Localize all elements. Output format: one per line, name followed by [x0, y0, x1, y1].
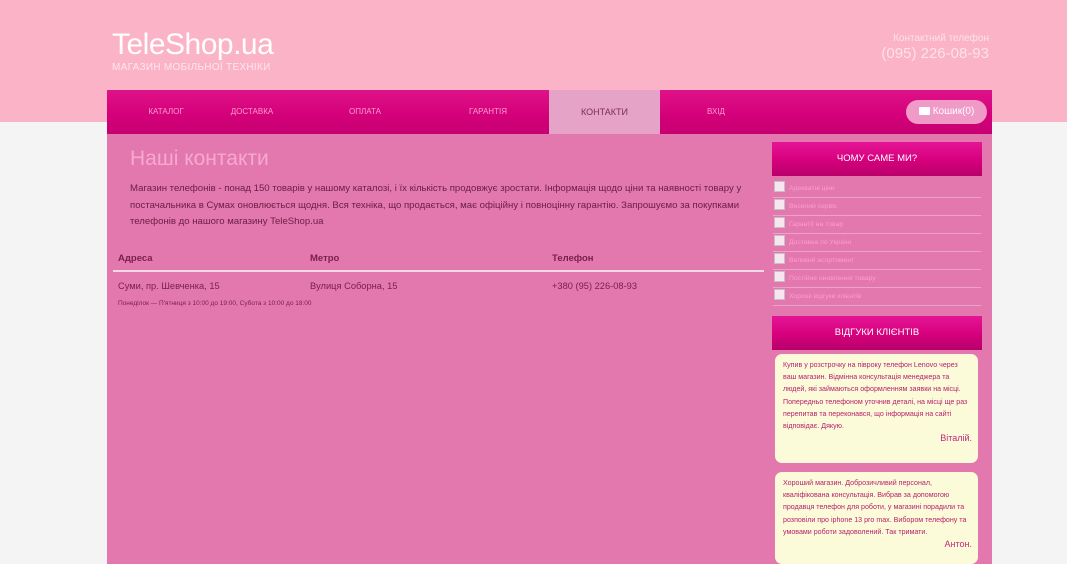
review-author: Віталій. [940, 433, 972, 444]
cart-button[interactable]: Кошик(0) [906, 100, 987, 124]
why-item-label: Великий асортимент [789, 257, 855, 264]
main-nav: КАТАЛОГ ДОСТАВКА ОПЛАТА ГАРАНТІЯ КОНТАКТ… [107, 90, 992, 134]
cell-hours: Понеділок — П'ятниця з 10:00 до 19:00, С… [118, 300, 312, 307]
broken-image-icon [774, 271, 785, 282]
review-author: Антон. [944, 539, 972, 550]
cell-address: Суми, пр. Шевченка, 15 [118, 281, 220, 291]
cell-metro: Вулиця Соборна, 15 [310, 281, 398, 291]
cart-icon [918, 107, 930, 115]
cell-phone: +380 (95) 226-08-93 [552, 281, 638, 291]
nav-item-contacts[interactable]: КОНТАКТИ [549, 90, 660, 134]
broken-image-icon [774, 235, 785, 246]
why-item-label: Гарантії на товар [789, 221, 844, 228]
why-item[interactable]: Хороші відгуки клієнтів [773, 288, 981, 306]
nav-item-payment[interactable]: ОПЛАТА [306, 90, 424, 134]
review-card: Купив у розстрочку на півроку телефон Le… [775, 354, 978, 463]
why-us-header: ЧОМУ САМЕ МИ? [772, 142, 982, 176]
nav-item-login[interactable]: ВХІД [667, 90, 765, 134]
why-item[interactable]: Доставка по Україні [773, 234, 981, 252]
logo-subtitle: МАГАЗИН МОБІЛЬНОЇ ТЕХНІКИ [112, 62, 271, 73]
broken-image-icon [774, 181, 785, 192]
header-contact: Контактний телефон (095) 226-08-93 [881, 33, 989, 62]
broken-image-icon [774, 253, 785, 264]
column-header-address: Адреса [118, 253, 153, 264]
broken-image-icon [774, 217, 785, 228]
cart-label: Кошик(0) [932, 106, 975, 117]
intro-text: Магазин телефонів - понад 150 товарів у … [130, 183, 742, 227]
logo-title: TeleShop.ua [112, 28, 274, 61]
reviews-header: ВІДГУКИ КЛІЄНТІВ [772, 316, 982, 350]
page-title: Наші контакти [130, 147, 269, 170]
why-item[interactable]: Постійне оновлення товару [773, 270, 981, 288]
column-header-phone: Телефон [552, 253, 594, 264]
nav-item-delivery[interactable]: ДОСТАВКА [193, 90, 311, 134]
broken-image-icon [774, 199, 785, 210]
contact-label: Контактний телефон [893, 33, 989, 44]
why-item[interactable]: Гарантії на товар [773, 216, 981, 234]
review-text: Купив у розстрочку на півроку телефон Le… [783, 361, 968, 431]
why-item-label: Постійне оновлення товару [789, 275, 876, 282]
nav-item-warranty[interactable]: ГАРАНТІЯ [429, 90, 547, 134]
logo[interactable]: TeleShop.ua МАГАЗИН МОБІЛЬНОЇ ТЕХНІКИ [112, 28, 274, 73]
broken-image-icon [774, 289, 785, 300]
table-divider [113, 270, 764, 272]
why-item[interactable]: Веселий сервіс [773, 198, 981, 216]
why-item-label: Веселий сервіс [789, 203, 838, 210]
why-item-label: Доставка по Україні [789, 239, 852, 246]
why-item-label: Хороші відгуки клієнтів [789, 293, 862, 300]
review-card: Хороший магазин. Доброзичливий персонал,… [775, 472, 978, 564]
column-header-metro: Метро [310, 253, 340, 264]
why-item[interactable]: Адекватні ціни [773, 180, 981, 198]
review-text: Хороший магазин. Доброзичливий персонал,… [783, 479, 967, 536]
why-item[interactable]: Великий асортимент [773, 252, 981, 270]
contact-phone: (095) 226-08-93 [881, 45, 989, 62]
why-item-label: Адекватні ціни [789, 185, 835, 192]
